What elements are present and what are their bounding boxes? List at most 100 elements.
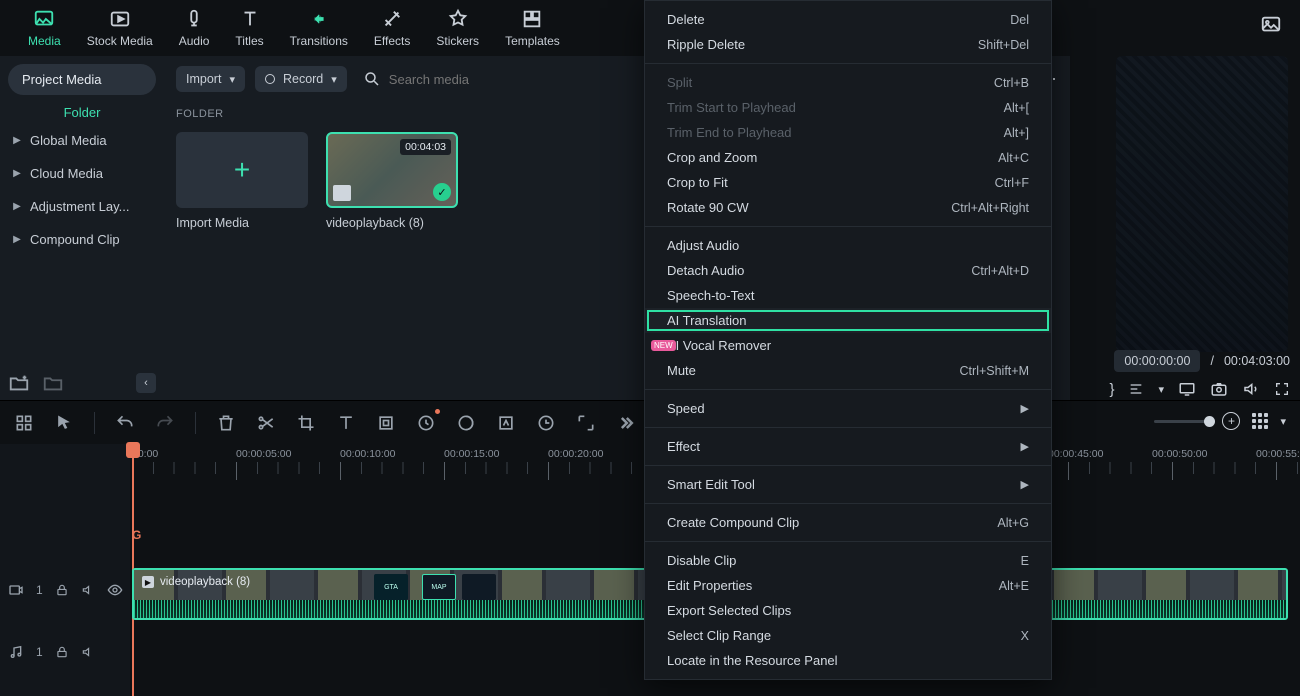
crop-icon[interactable] [296,413,316,433]
text-icon[interactable] [336,413,356,433]
view-grid-icon[interactable] [1252,413,1268,429]
tab-media[interactable]: Media [28,8,61,48]
menu-item-ai-vocal-remover[interactable]: AI Vocal RemoverNEW [645,333,1051,358]
tab-transitions[interactable]: Transitions [290,8,348,48]
menu-item-crop-to-fit[interactable]: Crop to FitCtrl+F [645,170,1051,195]
lock-icon[interactable] [55,583,69,597]
more-tools-icon[interactable] [616,413,636,433]
snapshot-icon[interactable] [1210,380,1228,398]
tab-audio[interactable]: Audio [179,8,210,48]
volume-icon[interactable] [1242,380,1260,398]
menu-item-label: Ripple Delete [667,37,745,52]
marker-icon[interactable]: } [1109,381,1114,398]
chevron-down-icon[interactable]: ▾ [1158,383,1164,396]
menu-item-detach-audio[interactable]: Detach AudioCtrl+Alt+D [645,258,1051,283]
record-icon [265,74,275,84]
tab-effects[interactable]: Effects [374,8,410,48]
search-icon[interactable] [363,70,381,88]
video-track-icon[interactable] [8,582,24,598]
menu-item-smart-edit-tool[interactable]: Smart Edit Tool▶ [645,472,1051,497]
menu-item-speed[interactable]: Speed▶ [645,396,1051,421]
visibility-icon[interactable] [107,582,123,598]
clip-frame-thumb: GTA [374,574,408,600]
expand-icon[interactable] [576,413,596,433]
menu-item-select-clip-range[interactable]: Select Clip RangeX [645,623,1051,648]
zoom-knob[interactable] [1204,416,1215,427]
menu-item-label: Locate in the Resource Panel [667,653,838,668]
chevron-down-icon[interactable]: ▾ [1280,415,1286,428]
audio-track-icon[interactable] [8,644,24,660]
menu-item-crop-and-zoom[interactable]: Crop and ZoomAlt+C [645,145,1051,170]
preview-timecodes: 00:00:00:00 / 00:04:03:00 [1070,350,1290,372]
preview-viewport[interactable] [1116,56,1288,352]
tab-media-label: Media [28,34,61,48]
ruler-label: 00:00:50:00 [1152,448,1256,460]
play-icon: ▶ [142,576,154,588]
stock-media-icon [109,8,131,30]
tab-stickers[interactable]: Stickers [436,8,479,48]
delete-icon[interactable] [216,413,236,433]
menu-item-delete[interactable]: DeleteDel [645,7,1051,32]
redo-icon[interactable] [155,413,175,433]
zoom-slider[interactable] [1154,420,1210,423]
tab-stock-media[interactable]: Stock Media [87,8,153,48]
titles-icon [239,8,261,30]
menu-item-ai-translation[interactable]: AI Translation [645,308,1051,333]
fullscreen-icon[interactable] [1274,381,1290,397]
folder-icon[interactable] [42,372,64,394]
sidebar-folder-header[interactable]: Folder [8,95,156,124]
preview-current-time[interactable]: 00:00:00:00 [1114,350,1200,372]
menu-item-export-selected-clips[interactable]: Export Selected Clips [645,598,1051,623]
menu-item-ripple-delete[interactable]: Ripple Delete Shift+Del [645,32,1051,57]
collapse-sidebar-icon[interactable]: ‹ [136,373,156,393]
menu-item-mute[interactable]: MuteCtrl+Shift+M [645,358,1051,383]
tab-titles[interactable]: Titles [235,8,263,48]
frame-icon[interactable] [376,413,396,433]
picture-icon[interactable] [1260,14,1282,36]
menu-item-edit-properties[interactable]: Edit PropertiesAlt+E [645,573,1051,598]
grid-icon[interactable] [14,413,34,433]
sidebar-project-media[interactable]: Project Media [8,64,156,95]
sidebar-item-compound-clip[interactable]: ▶Compound Clip [8,223,156,256]
align-icon[interactable] [1128,381,1144,397]
undo-icon[interactable] [115,413,135,433]
menu-item-effect[interactable]: Effect▶ [645,434,1051,459]
clock-icon[interactable] [536,413,556,433]
track-volume-icon[interactable] [81,645,95,659]
menu-item-disable-clip[interactable]: Disable ClipE [645,548,1051,573]
keyframe-icon[interactable] [496,413,516,433]
zoom-in-icon[interactable]: + [1222,412,1240,430]
sidebar-item-cloud-media[interactable]: ▶Cloud Media [8,157,156,190]
menu-item-speech-to-text[interactable]: Speech-to-Text [645,283,1051,308]
menu-shortcut: X [1021,629,1029,643]
audio-icon [183,8,205,30]
track-volume-icon[interactable] [81,583,95,597]
import-media-card[interactable]: + Import Media [176,132,308,230]
color-icon[interactable] [456,413,476,433]
sidebar-item-global-media[interactable]: ▶Global Media [8,124,156,157]
media-clip-card[interactable]: 00:04:03 ✓ videoplayback (8) [326,132,458,230]
record-dropdown[interactable]: Record▾ [255,66,347,92]
clip-duration-badge: 00:04:03 [400,139,451,155]
sidebar-item-adjustment-layer[interactable]: ▶Adjustment Lay... [8,190,156,223]
display-icon[interactable] [1178,380,1196,398]
media-clip-thumb[interactable]: 00:04:03 ✓ [326,132,458,208]
import-media-box[interactable]: + [176,132,308,208]
pointer-icon[interactable] [54,413,74,433]
menu-item-label: Detach Audio [667,263,744,278]
menu-shortcut: Shift+Del [978,38,1029,52]
menu-item-rotate-90-cw[interactable]: Rotate 90 CWCtrl+Alt+Right [645,195,1051,220]
tab-templates[interactable]: Templates [505,8,560,48]
menu-item-create-compound-clip[interactable]: Create Compound ClipAlt+G [645,510,1051,535]
import-dropdown[interactable]: Import▾ [176,66,245,92]
search-input[interactable] [389,72,589,87]
lock-icon[interactable] [55,645,69,659]
clip-label: ▶videoplayback (8) [142,576,250,588]
import-media-label: Import Media [176,216,249,230]
new-folder-icon[interactable] [8,372,30,394]
menu-item-label: Speed [667,401,705,416]
split-icon[interactable] [256,413,276,433]
menu-item-adjust-audio[interactable]: Adjust Audio [645,233,1051,258]
menu-item-locate-in-the-resource-panel[interactable]: Locate in the Resource Panel [645,648,1051,673]
speed-icon[interactable] [416,413,436,433]
